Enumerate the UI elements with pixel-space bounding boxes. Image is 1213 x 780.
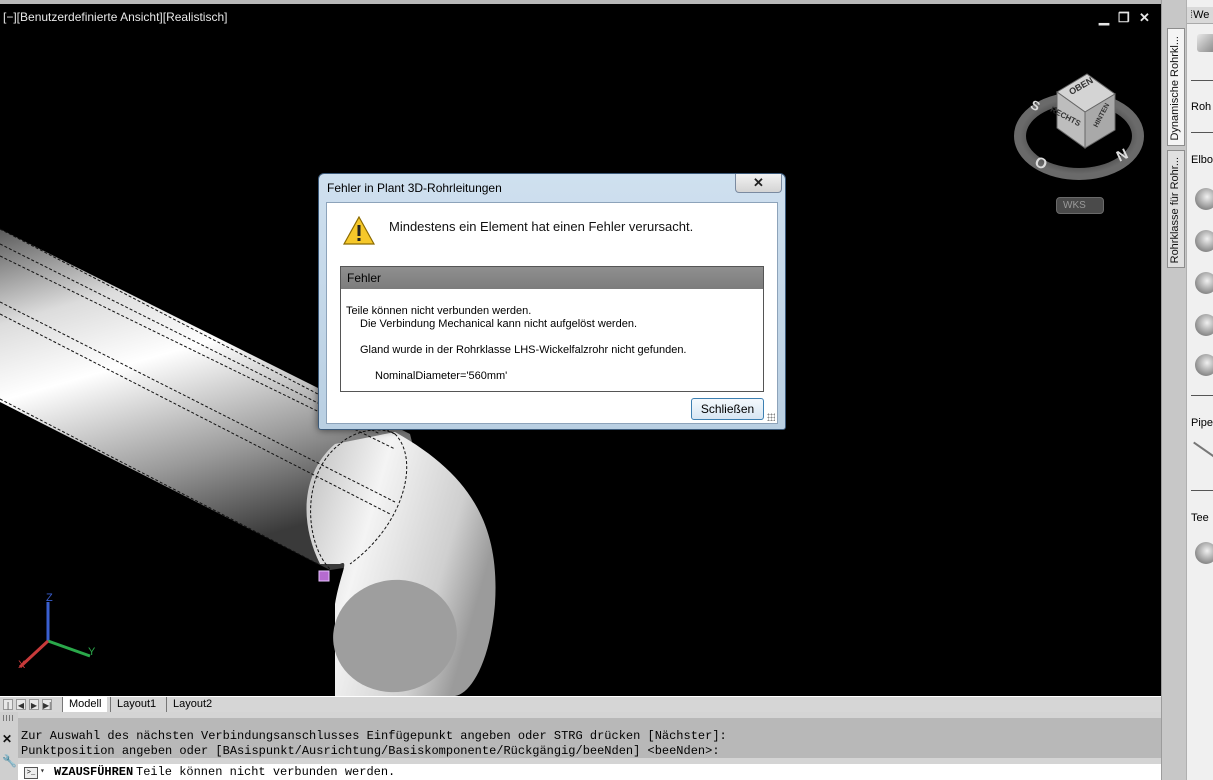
history-line: Zur Auswahl des nächsten Verbindungsansc… <box>21 729 727 743</box>
error-line: Die Verbindung Mechanical kann nicht auf… <box>360 318 638 330</box>
error-line: Gland wurde in der Rohrklasse LHS-Wickel… <box>360 344 687 356</box>
error-dialog: Fehler in Plant 3D-Rohrleitungen ✕ Minde… <box>318 173 786 430</box>
pipe-tool-icon[interactable] <box>1197 34 1213 52</box>
prompt-icon[interactable]: >_ <box>24 767 38 779</box>
viewport-restore-icon[interactable]: ❐ <box>1118 11 1130 24</box>
viewport-minimize-icon[interactable]: ▁ <box>1099 11 1109 24</box>
wcs-dropdown[interactable]: WKS <box>1056 197 1104 214</box>
ucs-y-label: Y <box>88 646 96 658</box>
section-pipe: Pipe <box>1191 417 1213 429</box>
command-line-window: ✕ 🔧 Zur Auswahl des nächsten Verbindungs… <box>0 712 1161 780</box>
layout-tab-bar: |◀ ◀ ▶ ▶| Modell Layout1 Layout2 <box>0 696 1161 721</box>
command-history: Zur Auswahl des nächsten Verbindungsansc… <box>18 718 1161 758</box>
elbow-tool-icon[interactable] <box>1195 188 1213 210</box>
pipe-tool-icon[interactable] <box>1193 441 1213 461</box>
command-input[interactable]: >_ ▾ WZAUSFÜHREN Teile können nicht verb… <box>18 764 1161 780</box>
ucs-x-label: X <box>18 659 26 671</box>
section-rohr: Roh <box>1191 101 1212 113</box>
tab-dynamische-rohrklasse[interactable]: Dynamische Rohrkl... <box>1167 28 1185 146</box>
chevron-down-icon[interactable]: ▾ <box>40 764 45 780</box>
viewport-controls-label[interactable]: [−][Benutzerdefinierte Ansicht][Realisti… <box>3 10 227 24</box>
elbow-tool-icon[interactable] <box>1195 314 1213 336</box>
tee-tool-icon[interactable] <box>1195 542 1213 564</box>
close-icon[interactable]: ✕ <box>2 732 12 746</box>
dialog-title: Fehler in Plant 3D-Rohrleitungen <box>327 181 502 195</box>
grip-marker <box>318 570 330 582</box>
next-layout-icon[interactable]: ▶ <box>29 699 39 710</box>
divider <box>1191 395 1213 396</box>
tab-layout1[interactable]: Layout1 <box>110 697 162 712</box>
tool-palette: ⁞We Roh Elbo Pipe Tee <box>1186 0 1213 780</box>
tab-label: Rohrklasse für Rohr... <box>1169 156 1181 263</box>
dialog-message: Mindestens ein Element hat einen Fehler … <box>389 219 694 234</box>
error-details-box: Fehler Teile können nicht verbunden werd… <box>340 266 764 392</box>
resize-grip[interactable] <box>767 413 775 421</box>
elbow-tool-icon[interactable] <box>1195 230 1213 252</box>
divider <box>1191 490 1213 491</box>
elbow-tool-icon[interactable] <box>1195 272 1213 294</box>
tab-label: Dynamische Rohrkl... <box>1169 36 1181 141</box>
schliessen-button[interactable]: Schließen <box>691 398 764 420</box>
last-layout-icon[interactable]: ▶| <box>42 699 52 710</box>
error-line: NominalDiameter='560mm' <box>375 370 508 382</box>
ucs-icon <box>18 602 91 669</box>
divider <box>1191 80 1213 81</box>
command-line-grip[interactable]: ✕ 🔧 <box>0 712 18 780</box>
warning-icon <box>343 216 375 245</box>
viewport-close-icon[interactable]: ✕ <box>1139 11 1150 24</box>
command-name: WZAUSFÜHREN <box>54 765 134 779</box>
dialog-body: Mindestens ein Element hat einen Fehler … <box>326 202 778 424</box>
prev-layout-icon[interactable]: ◀ <box>16 699 26 710</box>
grip-handle[interactable] <box>3 715 15 721</box>
ucs-z-label: Z <box>46 592 53 604</box>
history-line: Punktposition angeben oder [BAsispunkt/A… <box>21 744 720 758</box>
first-layout-icon[interactable]: |◀ <box>3 699 13 721</box>
elbow-tool-icon[interactable] <box>1195 354 1213 376</box>
palette-title[interactable]: ⁞We <box>1187 7 1213 24</box>
palette-tab-strip: Dynamische Rohrkl... Rohrklasse für Rohr… <box>1161 0 1186 780</box>
command-message: Teile können nicht verbunden werden. <box>136 765 396 779</box>
error-details-header: Fehler <box>341 267 763 289</box>
divider <box>1191 132 1213 133</box>
tab-rohrklasse-fuer-rohr[interactable]: Rohrklasse für Rohr... <box>1167 150 1185 268</box>
palette-title-text: We <box>1193 9 1210 21</box>
tab-layout2[interactable]: Layout2 <box>166 697 218 712</box>
section-elbow: Elbo <box>1191 154 1213 166</box>
section-tee: Tee <box>1191 512 1209 524</box>
error-line: Teile können nicht verbunden werden. <box>346 305 532 317</box>
dialog-close-button[interactable]: ✕ <box>735 174 782 193</box>
wrench-icon[interactable]: 🔧 <box>2 754 17 768</box>
tab-modell[interactable]: Modell <box>62 697 108 712</box>
